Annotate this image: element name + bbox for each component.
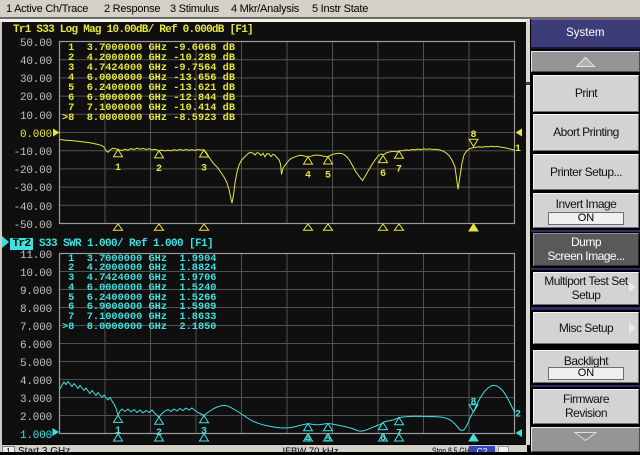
svg-text:3: 3 <box>201 163 207 174</box>
svg-text:6: 6 <box>380 169 386 180</box>
svg-text:3: 3 <box>201 427 207 438</box>
svg-text:6: 6 <box>380 433 386 444</box>
svg-text:1: 1 <box>115 163 121 174</box>
svg-text:7: 7 <box>396 165 402 176</box>
svg-text:2: 2 <box>156 164 162 175</box>
svg-text:8: 8 <box>470 398 476 409</box>
svg-text:1: 1 <box>115 426 121 437</box>
svg-text:5: 5 <box>325 170 331 181</box>
svg-text:4: 4 <box>305 170 311 181</box>
svg-text:1: 1 <box>515 144 521 155</box>
svg-text:2: 2 <box>515 410 521 421</box>
svg-text:5: 5 <box>325 435 331 446</box>
